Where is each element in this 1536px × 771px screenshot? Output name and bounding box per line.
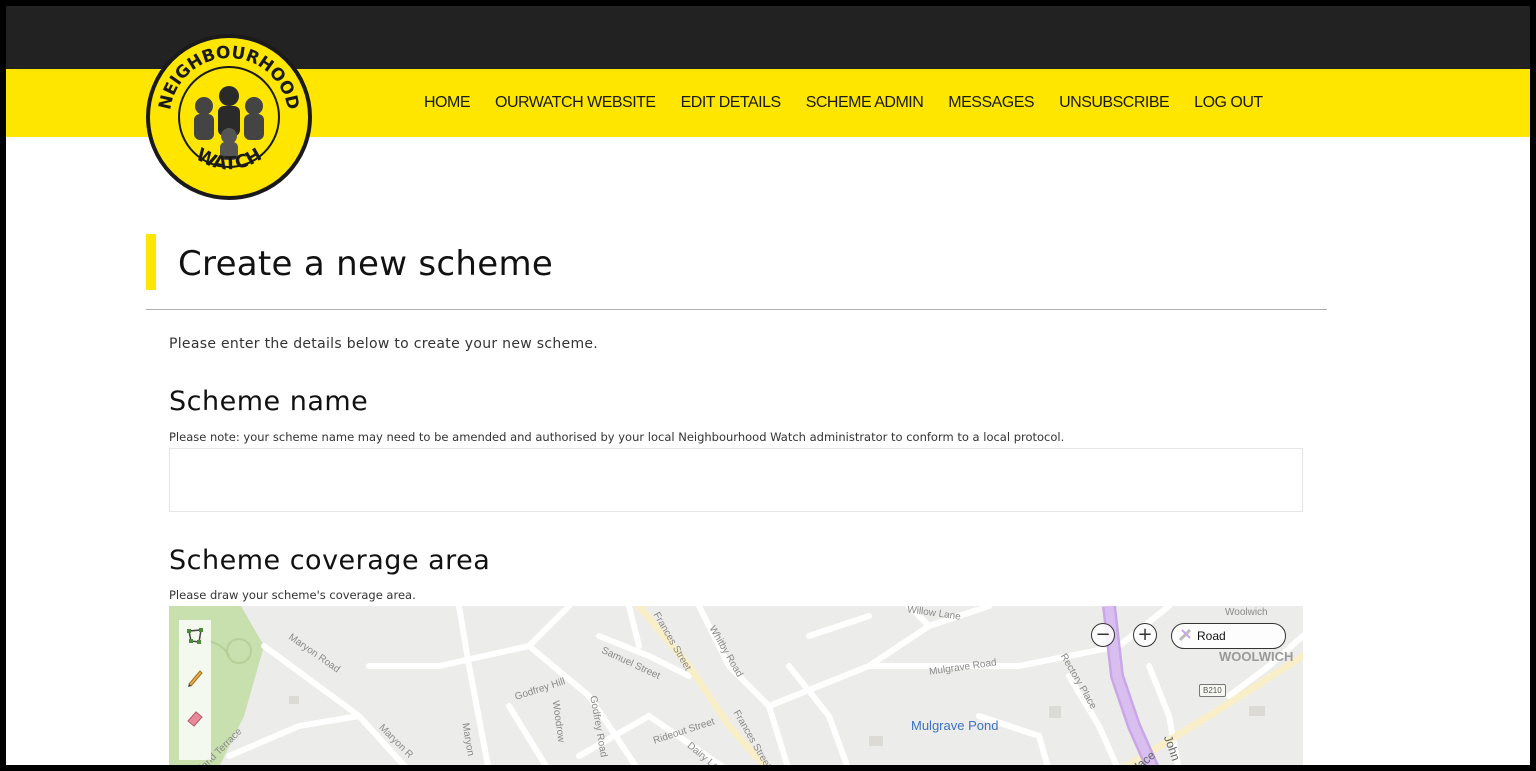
neighbourhood-watch-logo[interactable]: NEIGHBOURHOOD WATCH xyxy=(146,34,312,200)
scheme-name-heading: Scheme name xyxy=(169,386,369,417)
nav-scheme-admin[interactable]: SCHEME ADMIN xyxy=(806,94,924,112)
map-label-woolwich-small: Woolwich xyxy=(1225,607,1268,618)
nav-home[interactable]: HOME xyxy=(424,94,471,112)
scheme-name-input[interactable] xyxy=(169,448,1303,512)
map-type-label: Road xyxy=(1197,629,1226,643)
nav-messages[interactable]: MESSAGES xyxy=(948,94,1034,112)
scheme-name-note: Please note: your scheme name may need t… xyxy=(169,430,1065,444)
map-type-selector[interactable]: Road xyxy=(1171,623,1286,649)
title-accent-bar xyxy=(146,234,156,290)
main-nav: HOME OURWATCH WEBSITE EDIT DETAILS SCHEM… xyxy=(424,69,1288,137)
nav-unsubscribe[interactable]: UNSUBSCRIBE xyxy=(1059,94,1170,112)
nav-log-out[interactable]: LOG OUT xyxy=(1194,94,1263,112)
nav-edit-details[interactable]: EDIT DETAILS xyxy=(681,94,782,112)
coverage-note: Please draw your scheme's coverage area. xyxy=(169,588,416,602)
map-label-mulgrave-pond: Mulgrave Pond xyxy=(911,718,999,733)
zoom-out-button[interactable]: − xyxy=(1091,623,1115,647)
intro-text: Please enter the details below to create… xyxy=(169,336,599,352)
zoom-in-button[interactable]: + xyxy=(1133,623,1157,647)
browser-viewport: NEIGHBOURHOOD WATCH HOME OURWATCH WEBSIT… xyxy=(6,6,1530,765)
coverage-map[interactable]: Willow Lane Woolwich WOOLWICH Maryon Roa… xyxy=(169,606,1303,765)
polygon-tool-icon[interactable] xyxy=(183,624,207,650)
map-label-woolwich: WOOLWICH xyxy=(1219,649,1294,664)
pencil-icon[interactable] xyxy=(183,664,207,690)
eraser-icon[interactable] xyxy=(183,704,207,730)
nav-ourwatch-website[interactable]: OURWATCH WEBSITE xyxy=(495,94,656,112)
map-road-badge-b210: B210 xyxy=(1199,684,1226,697)
title-divider xyxy=(146,309,1327,310)
coverage-heading: Scheme coverage area xyxy=(169,545,491,576)
page-title: Create a new scheme xyxy=(178,244,554,284)
road-map-icon xyxy=(1178,628,1192,645)
map-drawing-toolbar xyxy=(179,620,211,760)
